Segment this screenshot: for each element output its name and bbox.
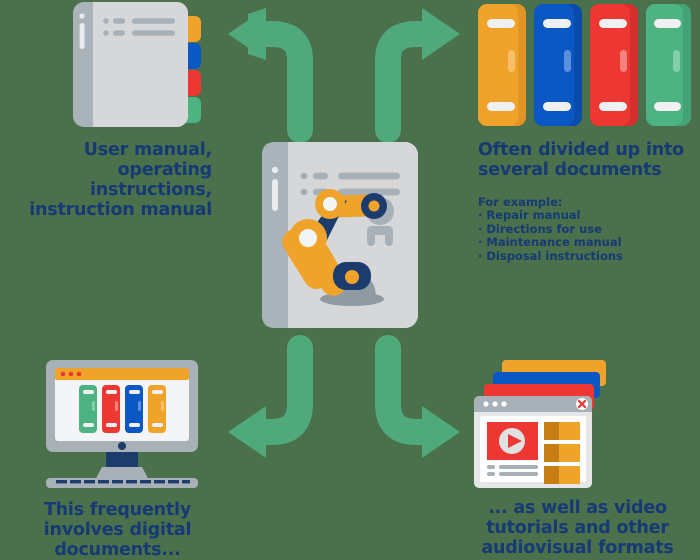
screen-book-orange [148, 385, 166, 433]
book-spines-icon [478, 4, 691, 126]
caption-top-left: User manual, operating instructions, ins… [29, 140, 212, 220]
arrow-up-right-icon [375, 8, 460, 143]
screen-book-green [79, 385, 97, 433]
arrow-up-left-icon [228, 8, 313, 143]
arrow-down-left-icon [228, 335, 313, 458]
caption-top-right: Often divided up into several documents [478, 140, 684, 180]
book-spine-blue [534, 4, 582, 126]
book-spine-red [590, 4, 638, 126]
example-item-4: · Disposal instructions [478, 248, 623, 263]
diagram-canvas: User manual, operating instructions, ins… [0, 0, 700, 560]
screen-book-blue [125, 385, 143, 433]
examples-heading: For example: [478, 195, 563, 209]
book-spine-green [646, 4, 691, 126]
book-spine-orange [478, 4, 526, 126]
desktop-computer-icon [46, 360, 198, 488]
tabbed-manual-icon [73, 2, 201, 127]
screen-book-red [102, 385, 120, 433]
caption-bottom-left: This frequently involves digital documen… [43, 500, 192, 560]
document-with-robot-arm-icon [262, 142, 418, 328]
video-browser-windows-icon [474, 360, 606, 488]
caption-bottom-right: ... as well as video tutorials and other… [481, 498, 674, 558]
example-item-2: · Directions for use [478, 221, 602, 236]
example-item-1: · Repair manual [478, 208, 581, 223]
examples-list: For example: · Repair manual · Direction… [478, 195, 700, 263]
video-thumbnail-list [544, 422, 580, 484]
arrow-down-right-icon [375, 335, 460, 458]
example-item-3: · Maintenance manual [478, 235, 622, 250]
